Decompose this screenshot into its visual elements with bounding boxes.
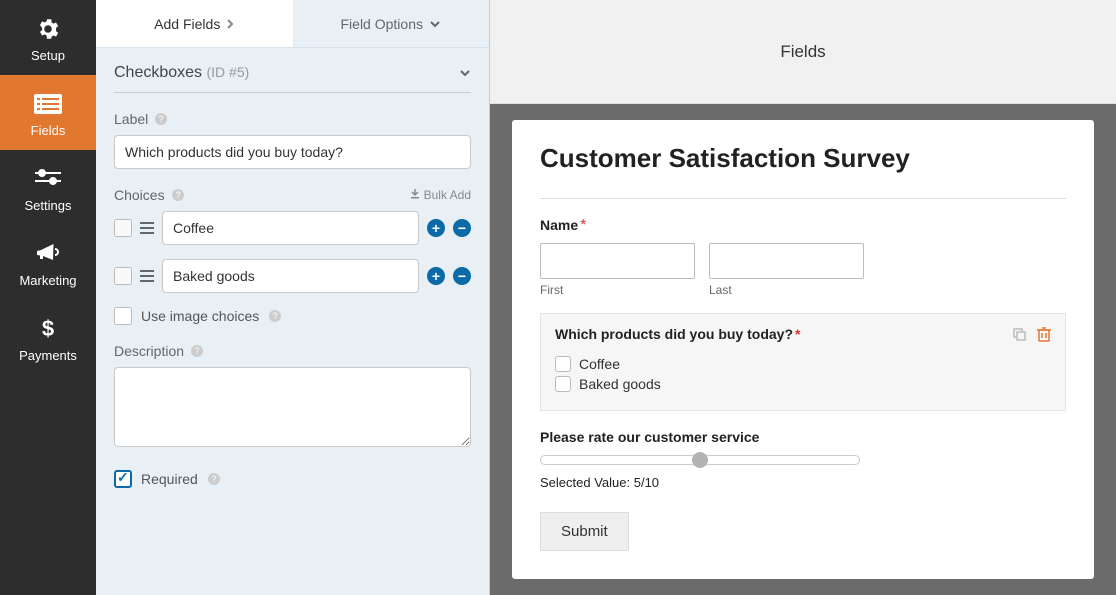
sidebar-label: Marketing (0, 273, 96, 288)
sidebar-item-fields[interactable]: Fields (0, 75, 96, 150)
first-name-input[interactable] (540, 243, 695, 279)
section-header[interactable]: Checkboxes (ID #5) (114, 64, 471, 93)
trash-icon[interactable] (1037, 326, 1051, 342)
gear-icon (0, 14, 96, 44)
choice-input[interactable] (162, 259, 419, 293)
divider (540, 198, 1066, 199)
required-label: Required (141, 471, 198, 487)
slider-track[interactable] (540, 455, 860, 465)
add-choice-button[interactable]: + (427, 219, 445, 237)
slider-label: Please rate our customer service (540, 429, 1066, 445)
checkbox-option[interactable]: Baked goods (555, 376, 1051, 392)
sidebar-item-setup[interactable]: Setup (0, 0, 96, 75)
choice-default-checkbox[interactable] (114, 267, 132, 285)
choice-row: + − (114, 211, 471, 245)
duplicate-icon[interactable] (1011, 326, 1027, 342)
name-label: Name (540, 217, 578, 233)
top-bar: Fields (490, 0, 1116, 104)
preview-column: Fields Customer Satisfaction Survey Name… (490, 0, 1116, 595)
remove-choice-button[interactable]: − (453, 219, 471, 237)
section-name: Checkboxes (114, 64, 202, 81)
section-id: (ID #5) (207, 64, 250, 80)
page-title: Fields (780, 42, 825, 62)
app-sidebar: Setup Fields Settings Marketing $ Paymen… (0, 0, 96, 595)
svg-text:$: $ (42, 317, 54, 341)
choice-input[interactable] (162, 211, 419, 245)
svg-text:?: ? (159, 114, 164, 124)
chevron-down-icon (459, 69, 471, 77)
help-icon[interactable]: ? (190, 344, 204, 358)
list-icon (0, 89, 96, 119)
options-panel: Add Fields Field Options Checkboxes (ID … (96, 0, 490, 595)
remove-choice-button[interactable]: − (453, 267, 471, 285)
sidebar-label: Settings (0, 198, 96, 213)
choice-row: + − (114, 259, 471, 293)
name-field: Name* First Last (540, 217, 1066, 297)
help-icon[interactable]: ? (171, 188, 185, 202)
help-icon[interactable]: ? (154, 112, 168, 126)
required-asterisk: * (795, 326, 800, 342)
required-asterisk: * (580, 217, 586, 234)
selected-value: 5/10 (634, 475, 659, 490)
dollar-icon: $ (0, 314, 96, 344)
tab-label: Add Fields (154, 16, 220, 32)
drag-handle-icon[interactable] (140, 222, 154, 234)
bullhorn-icon (0, 239, 96, 269)
svg-text:?: ? (273, 311, 278, 321)
last-name-input[interactable] (709, 243, 864, 279)
svg-text:?: ? (175, 190, 180, 200)
choices-caption: Choices (114, 187, 165, 203)
tab-add-fields[interactable]: Add Fields (96, 0, 293, 47)
selected-value-prefix: Selected Value: (540, 475, 630, 490)
required-checkbox[interactable] (114, 470, 132, 488)
chevron-right-icon (226, 18, 234, 30)
first-name-sublabel: First (540, 283, 695, 297)
submit-button[interactable]: Submit (540, 512, 629, 551)
checkbox-option-label: Coffee (579, 356, 620, 372)
image-choices-label: Use image choices (141, 308, 259, 324)
choice-default-checkbox[interactable] (114, 219, 132, 237)
slider-thumb[interactable] (692, 452, 708, 468)
checkbox-option[interactable]: Coffee (555, 356, 1051, 372)
help-icon[interactable]: ? (268, 309, 282, 323)
sidebar-label: Payments (0, 348, 96, 363)
checkbox-option-label: Baked goods (579, 376, 661, 392)
description-textarea[interactable] (114, 367, 471, 447)
slider-field: Please rate our customer service Selecte… (540, 429, 1066, 490)
chevron-down-icon (429, 20, 441, 28)
svg-text:?: ? (211, 474, 216, 484)
sidebar-label: Fields (0, 123, 96, 138)
image-choices-checkbox[interactable] (114, 307, 132, 325)
sidebar-item-settings[interactable]: Settings (0, 150, 96, 225)
bulk-add-link[interactable]: Bulk Add (410, 188, 471, 202)
last-name-sublabel: Last (709, 283, 864, 297)
label-caption: Label (114, 111, 148, 127)
form-title: Customer Satisfaction Survey (540, 144, 1066, 174)
checkbox-question: Which products did you buy today? (555, 326, 793, 342)
bulk-add-label: Bulk Add (424, 188, 471, 202)
tab-label: Field Options (341, 16, 423, 32)
panel-tabs: Add Fields Field Options (96, 0, 489, 48)
sliders-icon (0, 164, 96, 194)
drag-handle-icon[interactable] (140, 270, 154, 282)
help-icon[interactable]: ? (207, 472, 221, 486)
sidebar-item-payments[interactable]: $ Payments (0, 300, 96, 375)
tab-field-options[interactable]: Field Options (293, 0, 490, 47)
form-preview: Customer Satisfaction Survey Name* First… (512, 120, 1094, 579)
description-caption: Description (114, 343, 184, 359)
checkbox-field-card[interactable]: Which products did you buy today?* Coffe… (540, 313, 1066, 411)
add-choice-button[interactable]: + (427, 267, 445, 285)
label-input[interactable] (114, 135, 471, 169)
sidebar-item-marketing[interactable]: Marketing (0, 225, 96, 300)
svg-text:?: ? (195, 346, 200, 356)
sidebar-label: Setup (0, 48, 96, 63)
